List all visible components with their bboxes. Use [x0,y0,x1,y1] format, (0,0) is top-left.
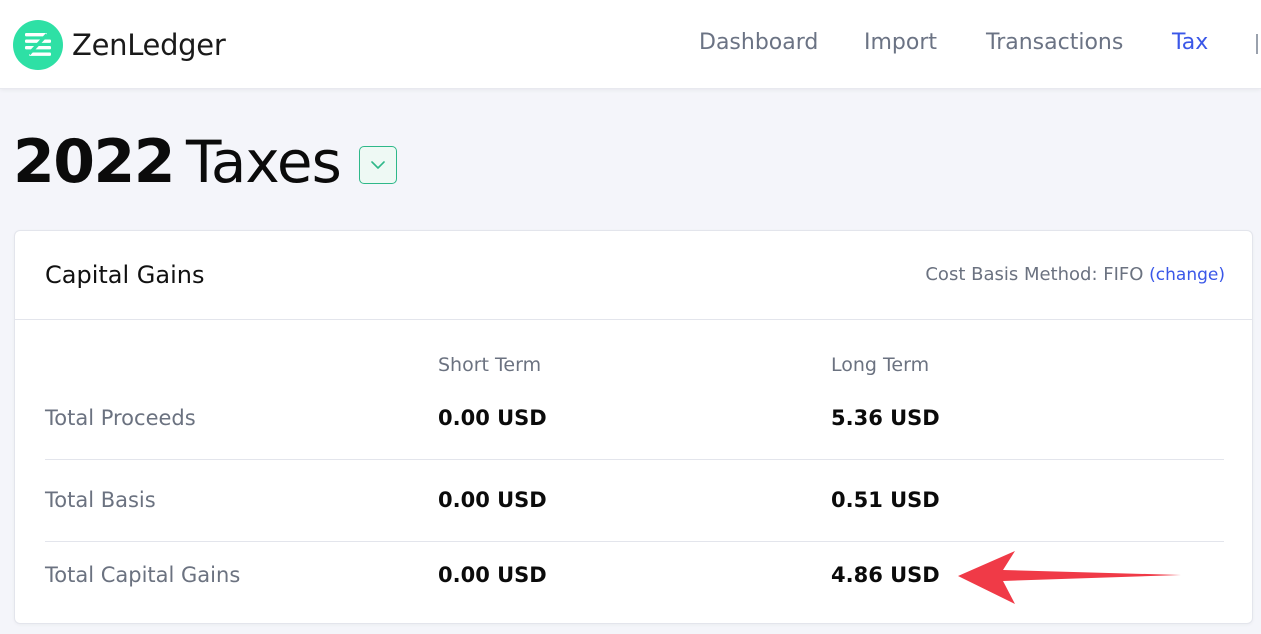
title-word: Taxes [186,128,342,196]
red-arrow-annotation-icon [958,551,1181,604]
cost-basis-label: Cost Basis Method: FIFO [925,264,1144,285]
nav-transactions[interactable]: Transactions [986,30,1123,55]
title-year: 2022 [13,127,176,197]
nav-tax[interactable]: Tax [1172,30,1208,55]
row-label-total-capital-gains: Total Capital Gains [45,563,241,587]
nav-next-item-clipped[interactable] [1256,34,1261,54]
column-header-short-term: Short Term [438,354,542,376]
change-cost-basis-link[interactable]: (change) [1149,265,1225,285]
top-navigation-bar: ZenLedger Dashboard Import Transactions … [0,0,1261,89]
column-header-long-term: Long Term [831,354,930,376]
nav-dashboard[interactable]: Dashboard [699,30,818,55]
year-dropdown-button[interactable] [358,146,397,184]
value-proceeds-long-term: 5.36 USD [831,406,940,430]
card-header: Capital Gains Cost Basis Method: FIFO (c… [15,231,1252,320]
row-label-total-basis: Total Basis [45,488,156,512]
cost-basis-method: Cost Basis Method: FIFO (change) [925,264,1225,285]
value-basis-short-term: 0.00 USD [438,488,547,512]
value-capital-gains-long-term: 4.86 USD [831,563,940,587]
value-proceeds-short-term: 0.00 USD [438,406,547,430]
row-divider [45,459,1224,460]
chevron-down-icon [371,161,385,169]
page-title: 2022 Taxes [13,127,397,197]
row-divider [45,541,1224,542]
value-basis-long-term: 0.51 USD [831,488,940,512]
card-title: Capital Gains [45,261,205,289]
value-capital-gains-short-term: 0.00 USD [438,563,547,587]
nav-import[interactable]: Import [864,30,937,55]
main-nav: Dashboard Import Transactions Tax [0,30,1261,60]
row-label-total-proceeds: Total Proceeds [45,406,196,430]
